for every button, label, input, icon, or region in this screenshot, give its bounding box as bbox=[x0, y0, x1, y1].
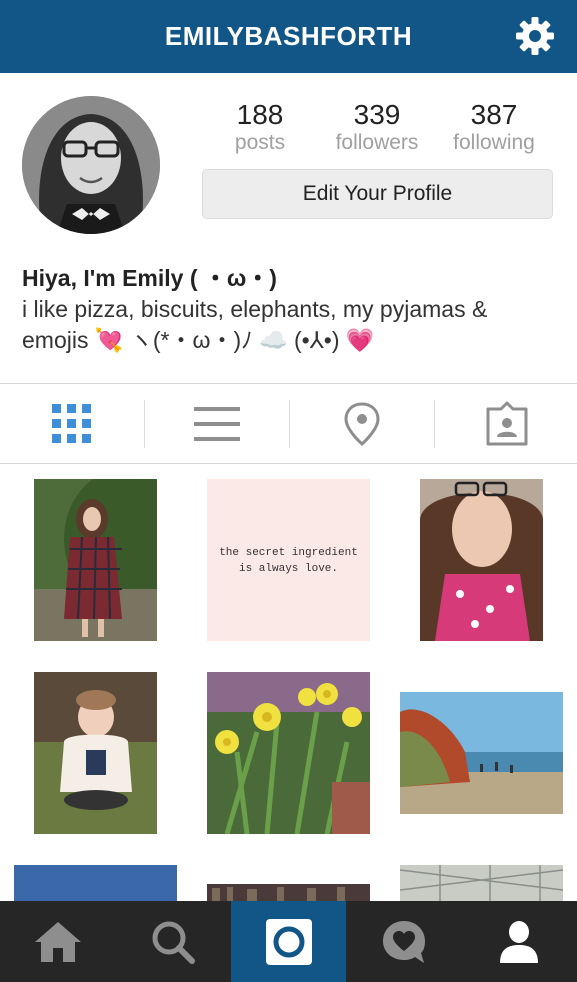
search-icon bbox=[152, 921, 195, 964]
bio-line-2: emojis 💘 ヽ(*・ω・)ﾉ ☁️ (•⅄•) 💗 bbox=[22, 327, 375, 353]
following-count[interactable]: 387 following bbox=[434, 98, 554, 154]
tab-tagged[interactable] bbox=[435, 384, 577, 463]
followers-count[interactable]: 339 followers bbox=[317, 98, 437, 154]
tagged-person-icon bbox=[486, 401, 528, 445]
nav-profile[interactable] bbox=[461, 901, 577, 982]
heart-bubble-icon bbox=[382, 920, 425, 963]
post-thumbnail[interactable] bbox=[400, 865, 563, 901]
post-thumbnail-quote[interactable]: the secret ingredient is always love. bbox=[207, 479, 370, 641]
posts-count[interactable]: 188 posts bbox=[200, 98, 320, 154]
tab-list[interactable] bbox=[145, 384, 289, 463]
nav-activity[interactable] bbox=[346, 901, 461, 982]
post-thumbnail[interactable] bbox=[400, 692, 563, 814]
home-icon bbox=[34, 921, 81, 962]
username-title: EMILYBASHFORTH bbox=[164, 21, 413, 51]
bottom-nav bbox=[0, 901, 577, 982]
tab-photo-map[interactable] bbox=[290, 384, 434, 463]
nav-camera[interactable] bbox=[231, 901, 346, 982]
edit-profile-button[interactable]: Edit Your Profile bbox=[202, 169, 553, 219]
post-thumbnail[interactable] bbox=[207, 884, 370, 901]
profile-bio: i like pizza, biscuits, elephants, my py… bbox=[22, 294, 567, 356]
grid-icon bbox=[52, 403, 91, 443]
tab-grid[interactable] bbox=[0, 384, 144, 463]
post-thumbnail[interactable] bbox=[34, 672, 157, 834]
quote-text: the secret ingredient is always love. bbox=[219, 547, 358, 575]
post-thumbnail[interactable] bbox=[207, 672, 370, 834]
person-icon bbox=[500, 920, 538, 963]
post-thumbnail[interactable] bbox=[420, 479, 543, 641]
post-thumbnail[interactable] bbox=[34, 479, 157, 641]
nav-home[interactable] bbox=[0, 901, 115, 982]
location-pin-icon bbox=[344, 401, 380, 446]
avatar[interactable] bbox=[22, 96, 160, 234]
view-tabs bbox=[0, 383, 577, 464]
nav-search[interactable] bbox=[115, 901, 231, 982]
bio-line-1: i like pizza, biscuits, elephants, my py… bbox=[22, 296, 488, 322]
post-thumbnail[interactable] bbox=[14, 865, 177, 901]
list-icon bbox=[194, 406, 240, 441]
gear-icon[interactable] bbox=[513, 14, 557, 58]
profile-name: Hiya, I'm Emily ( ・ω・) bbox=[22, 265, 277, 291]
top-bar: EMILYBASHFORTH bbox=[0, 0, 577, 73]
camera-icon bbox=[265, 918, 312, 965]
